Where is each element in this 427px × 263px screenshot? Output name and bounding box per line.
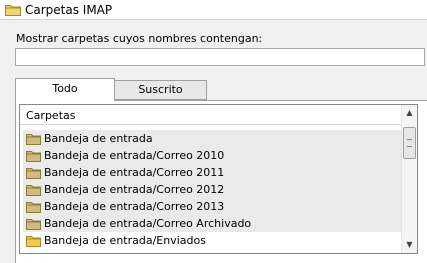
folder-label: Bandeja de entrada/Enviados: [44, 234, 206, 247]
folder-label: Bandeja de entrada/Correo 2010: [44, 149, 225, 162]
list-item[interactable]: Bandeja de entrada/Enviados: [23, 232, 403, 249]
filter-input[interactable]: [15, 48, 425, 66]
scrollbar-thumb[interactable]: [403, 127, 416, 159]
list-item[interactable]: Bandeja de entrada/Correo 2013: [23, 198, 403, 215]
folder-icon: [26, 236, 41, 247]
scroll-up-arrow-icon[interactable]: ▲: [402, 105, 417, 121]
folder-icon: [26, 185, 41, 196]
window-title: Carpetas IMAP: [25, 3, 113, 17]
folder-list[interactable]: Carpetas Bandeja de entrada Bandeja de e…: [19, 104, 418, 254]
folder-label: Bandeja de entrada/Correo Archivado: [44, 217, 252, 230]
vertical-scrollbar[interactable]: ▲ ▼: [401, 105, 417, 253]
folder-icon: [26, 202, 41, 213]
list-item[interactable]: Bandeja de entrada: [23, 130, 403, 147]
folder-icon: [26, 134, 41, 145]
list-item[interactable]: Bandeja de entrada/Correo 2011: [23, 164, 403, 181]
column-header-label: Carpetas: [26, 109, 76, 122]
folder-label: Bandeja de entrada/Correo 2013: [44, 200, 225, 213]
list-item[interactable]: Bandeja de entrada/Correo Archivado: [23, 215, 403, 232]
title-bar: Carpetas IMAP: [0, 0, 427, 20]
folder-icon: [26, 219, 41, 230]
folder-icon: [26, 151, 41, 162]
folder-icon: [26, 168, 41, 179]
list-item[interactable]: Bandeja de entrada/Correo 2012: [23, 181, 403, 198]
folder-label: Bandeja de entrada/Correo 2012: [44, 183, 225, 196]
list-item[interactable]: Bandeja de entrada/Correo 2010: [23, 147, 403, 164]
tab-todo[interactable]: Todo: [15, 78, 115, 101]
folder-label: Bandeja de entrada: [44, 132, 153, 145]
tab-suscrito[interactable]: Suscrito: [114, 80, 207, 100]
column-header-carpetas[interactable]: Carpetas: [20, 105, 403, 125]
scroll-down-arrow-icon[interactable]: ▼: [402, 237, 417, 253]
filter-label: Mostrar carpetas cuyos nombres contengan…: [16, 32, 263, 45]
folder-icon: [5, 5, 21, 16]
folder-label: Bandeja de entrada/Correo 2011: [44, 166, 225, 179]
